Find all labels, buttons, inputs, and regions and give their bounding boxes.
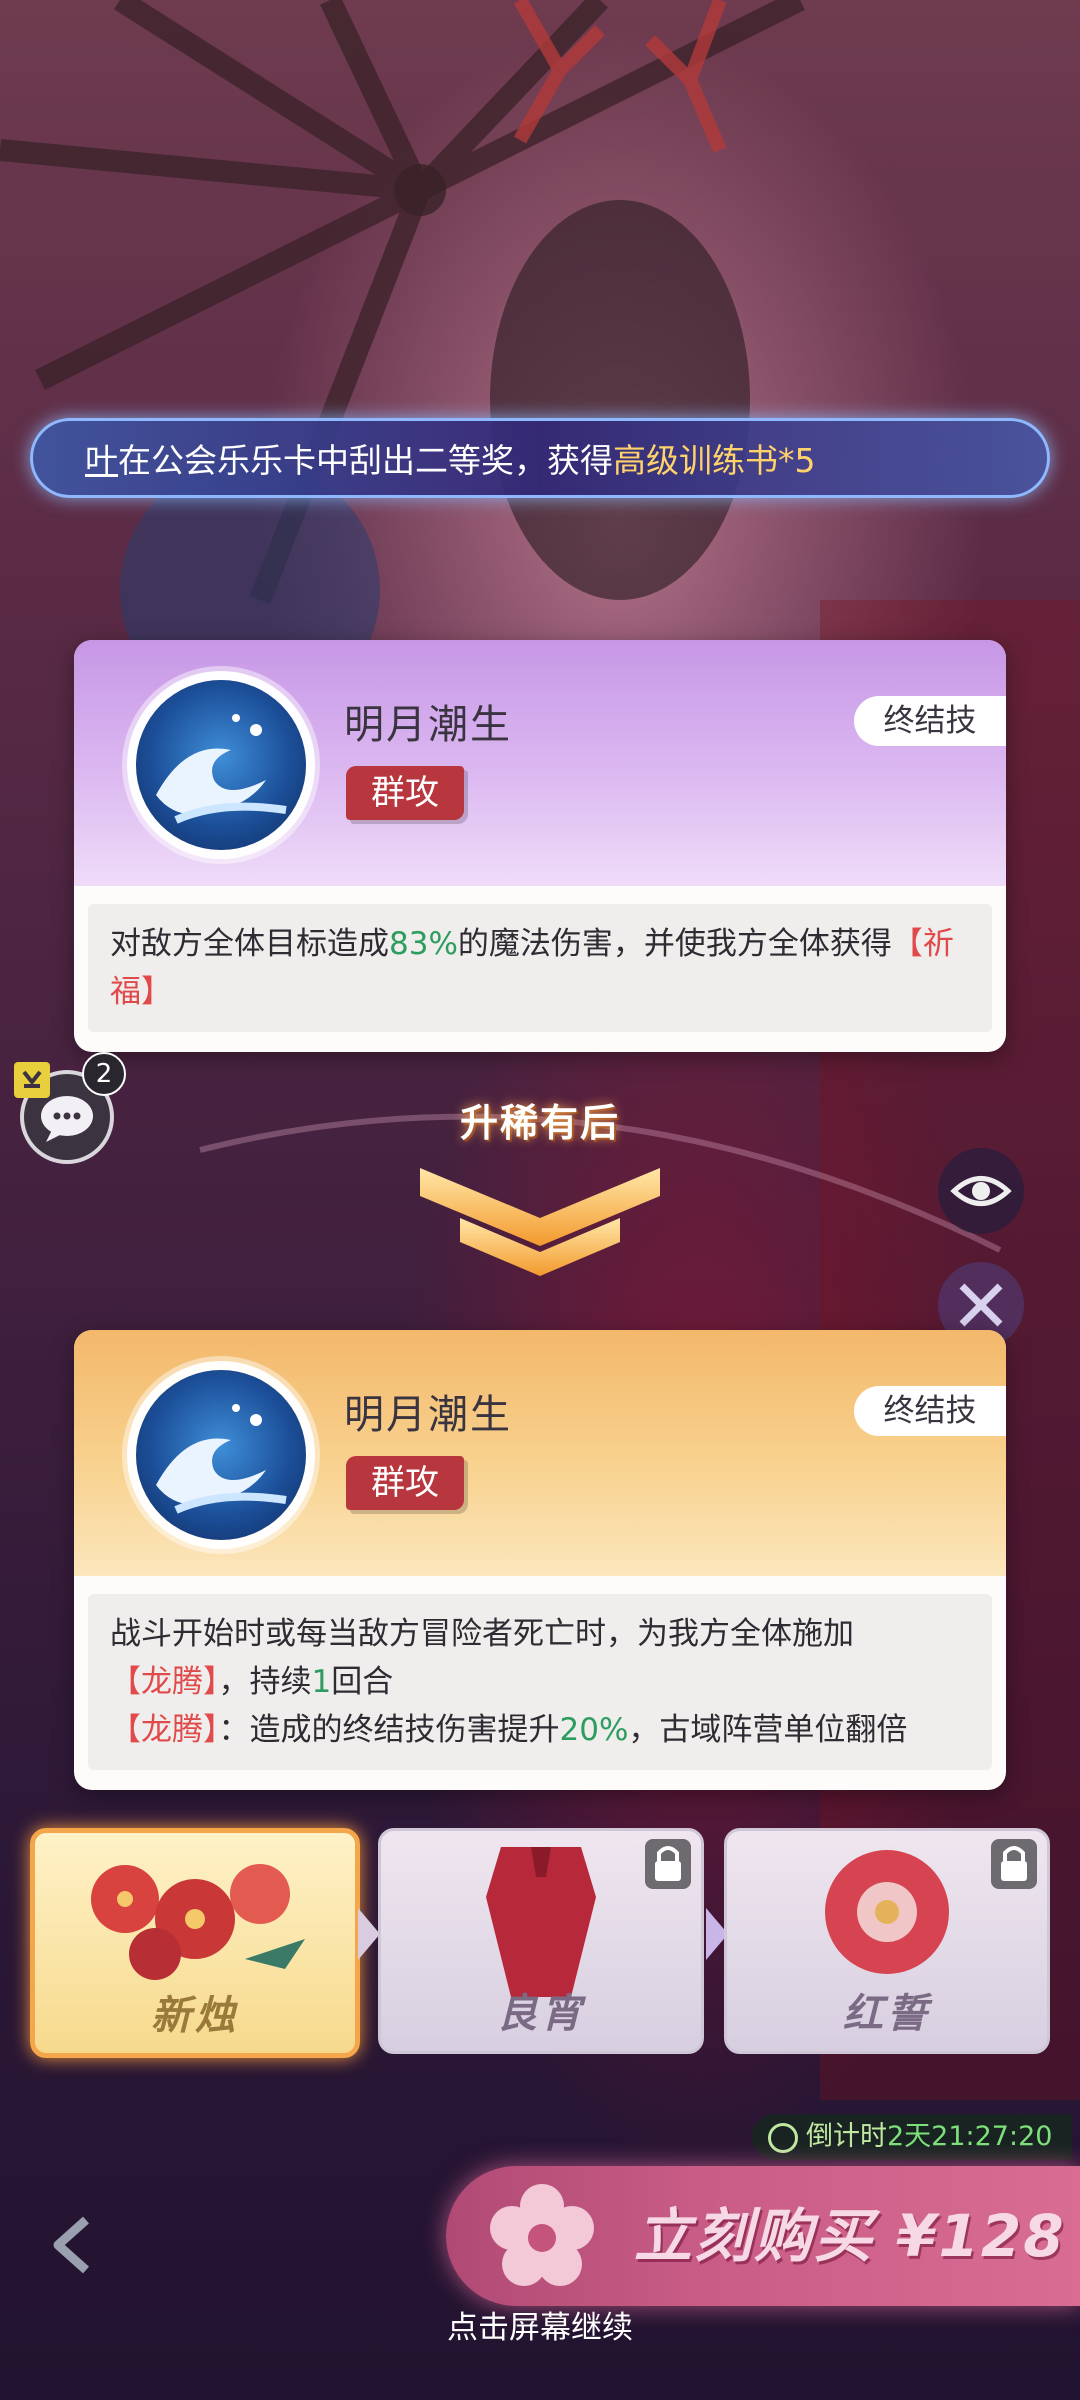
desc-text: ，持续 xyxy=(218,1664,312,1700)
stage-label: 红誓 xyxy=(843,1991,931,2037)
double-chevron-down-icon xyxy=(420,1168,660,1276)
flower-outfit-icon xyxy=(91,1864,305,1980)
tap-to-continue-hint[interactable]: 点击屏幕继续 xyxy=(0,2302,1080,2347)
skill-card-before: 明月潮生 群攻 终结技 对敌方全体目标造成83%的魔法伤害，并使我方全体获得【祈… xyxy=(74,640,1006,1052)
chat-unread-badge: 2 xyxy=(82,1052,126,1096)
stage-card-2[interactable]: 良宵 xyxy=(378,1828,704,2054)
wave-skill-icon xyxy=(136,1370,306,1540)
stage-card-1[interactable]: 新烛 xyxy=(30,1828,360,2058)
lock-icon xyxy=(991,1839,1037,1889)
skill-type-tag: 终结技 xyxy=(854,1386,1006,1436)
buy-now-label: 立刻购买 ¥128 xyxy=(634,2202,1066,2270)
skill-name: 明月潮生 xyxy=(344,702,512,748)
skill-name: 明月潮生 xyxy=(344,1392,512,1438)
desc-turns: 1 xyxy=(311,1664,332,1700)
clock-icon xyxy=(768,2123,798,2153)
broadcast-ticker: 叶在公会乐乐卡中刮出二等奖，获得高级训练书*5 xyxy=(30,418,1050,498)
skill-card-header: 明月潮生 群攻 终结技 xyxy=(74,1330,1006,1576)
target-tag: 群攻 xyxy=(346,766,464,820)
desc-text: 对敌方全体目标造成 xyxy=(110,926,389,962)
lock-icon xyxy=(645,1839,691,1889)
eye-icon xyxy=(950,1176,1012,1206)
desc-text: ，古域阵营单位翻倍 xyxy=(628,1712,908,1748)
ticker-reward: 高级训练书*5 xyxy=(613,441,816,480)
skill-description: 对敌方全体目标造成83%的魔法伤害，并使我方全体获得【祈福】 xyxy=(88,904,992,1032)
stage-label: 良宵 xyxy=(497,1991,585,2037)
ticker-player-name[interactable]: 叶 xyxy=(85,441,118,480)
desc-buff: 【龙腾】 xyxy=(110,1664,219,1700)
desc-text: 回合 xyxy=(331,1664,394,1700)
desc-percent: 20% xyxy=(559,1712,629,1748)
buy-now-button[interactable]: 立刻购买 ¥128 xyxy=(446,2166,1080,2306)
desc-buff: 【龙腾】 xyxy=(110,1712,219,1748)
desc-text: 的魔法伤害，并使我方全体获得 xyxy=(457,926,892,962)
wave-skill-icon xyxy=(136,680,306,850)
flower-icon xyxy=(490,2184,594,2286)
countdown-prefix: 倒计时 xyxy=(806,2121,887,2152)
desc-percent: 83% xyxy=(389,926,458,962)
target-tag: 群攻 xyxy=(346,1456,464,1510)
skill-card-after: 明月潮生 群攻 终结技 战斗开始时或每当敌方冒险者死亡时，为我方全体施加 【龙腾… xyxy=(74,1330,1006,1790)
upgrade-label: 升稀有后 xyxy=(459,1101,620,1145)
stage-label: 新烛 xyxy=(151,1993,239,2039)
countdown-timer: 倒计时2天21:27:20 xyxy=(752,2114,1072,2160)
skill-card-header: 明月潮生 群攻 终结技 xyxy=(74,640,1006,886)
ticker-text: 在公会乐乐卡中刮出二等奖，获得 xyxy=(118,441,613,480)
stage-card-3[interactable]: 红誓 xyxy=(724,1828,1050,2054)
desc-text: 战斗开始时或每当敌方冒险者死亡时，为我方全体施加 xyxy=(110,1616,854,1652)
skill-type-tag: 终结技 xyxy=(854,696,1006,746)
back-arrow-icon[interactable] xyxy=(40,2210,110,2280)
view-button[interactable] xyxy=(938,1148,1024,1234)
skill-description: 战斗开始时或每当敌方冒险者死亡时，为我方全体施加 【龙腾】，持续1回合 【龙腾】… xyxy=(88,1594,992,1770)
countdown-value: 2天21:27:20 xyxy=(887,2121,1053,2152)
desc-text: ：造成的终结技伤害提升 xyxy=(218,1712,560,1748)
